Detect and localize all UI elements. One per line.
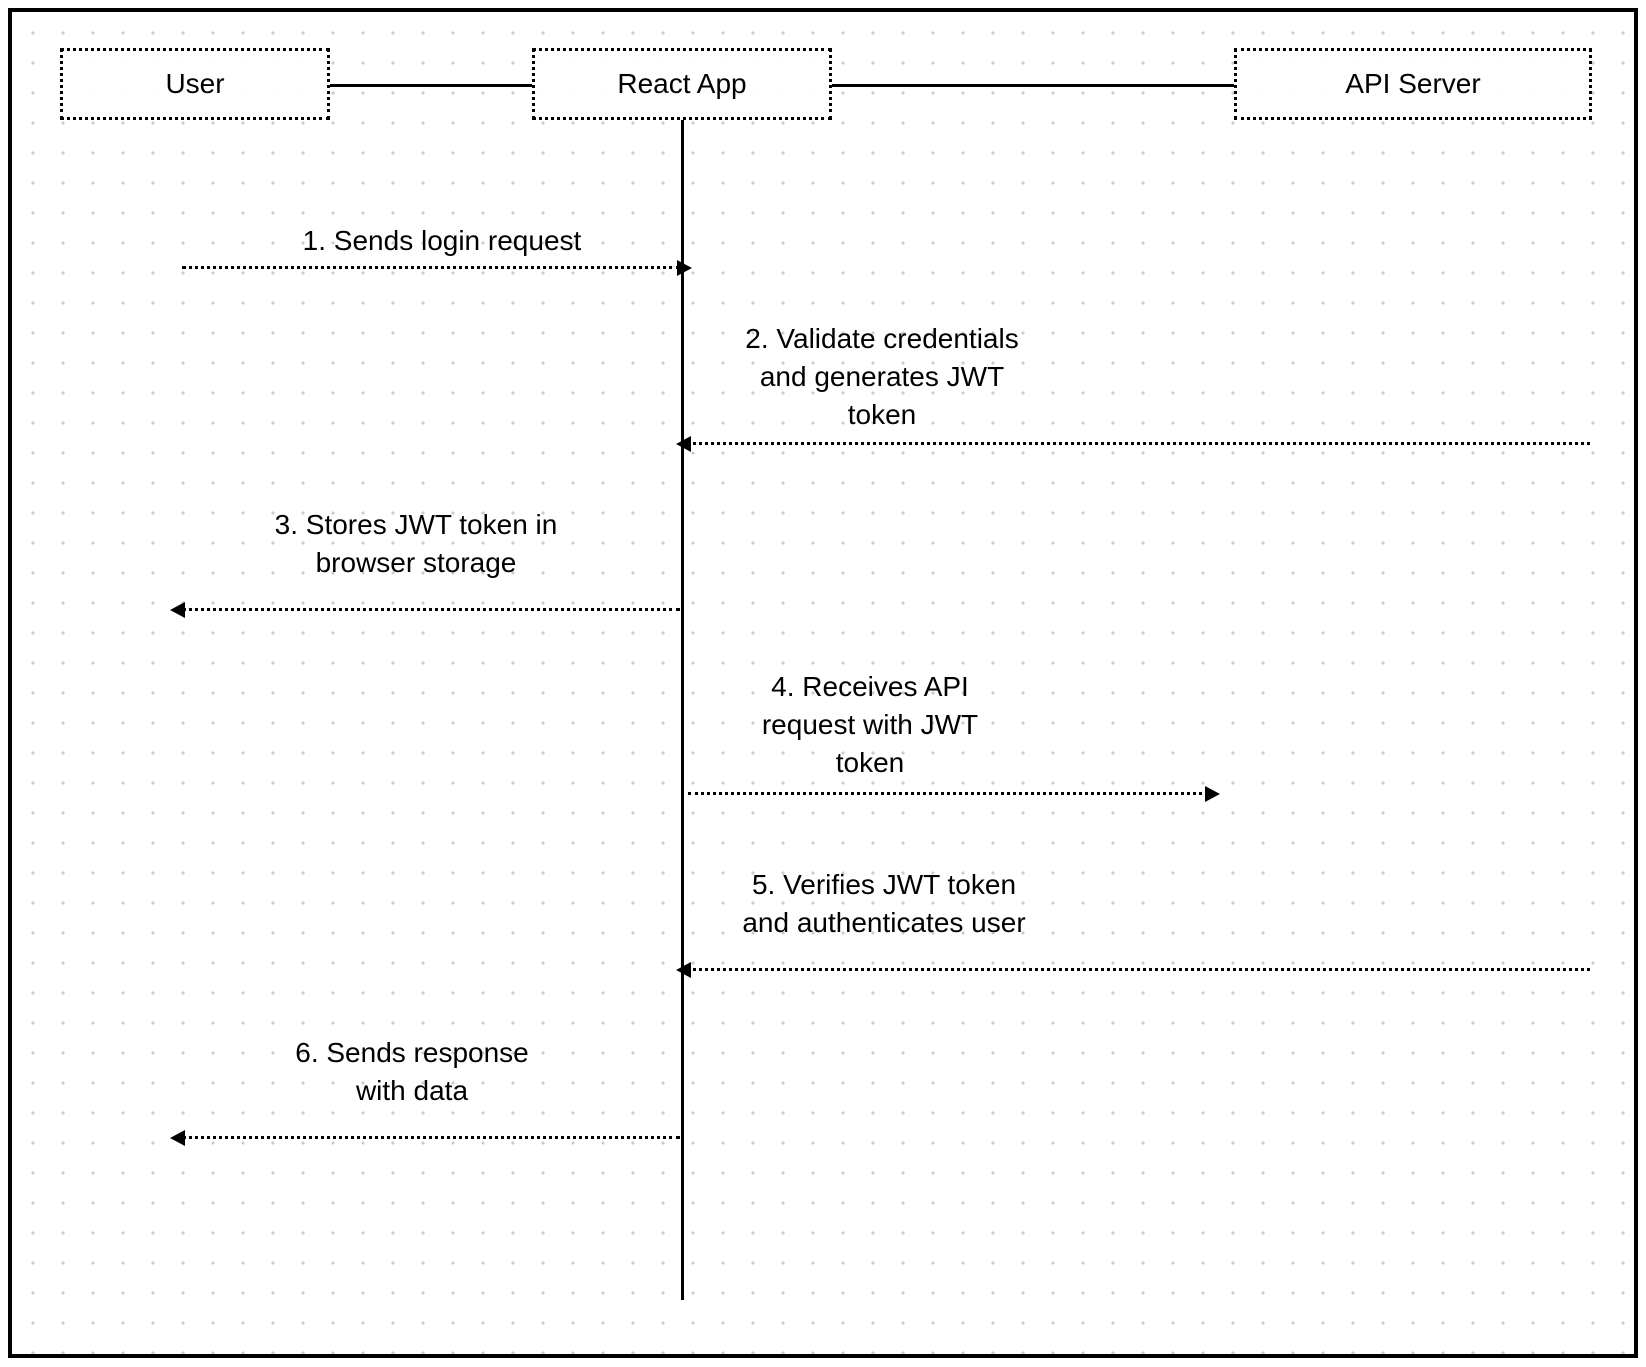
entity-label: API Server [1345,68,1480,100]
arrowhead-icon [677,260,692,276]
lifeline [681,120,684,1300]
message-label: 4. Receives API request with JWT token [730,668,1010,781]
message-arrow [688,792,1208,795]
message-arrow [688,442,1590,445]
message-label: 5. Verifies JWT token and authenticates … [714,866,1054,942]
sequence-diagram: User React App API Server 1. Sends login… [8,8,1638,1358]
arrowhead-icon [676,962,691,978]
message-label: 2. Validate credentials and generates JW… [722,320,1042,433]
message-arrow [182,266,680,269]
message-label: 6. Sends response with data [272,1034,552,1110]
arrowhead-icon [676,436,691,452]
entity-label: User [165,68,224,100]
message-label: 1. Sends login request [292,222,592,260]
entity-react-app: React App [532,48,832,120]
message-arrow [182,1136,680,1139]
entity-user: User [60,48,330,120]
message-label: 3. Stores JWT token in browser storage [256,506,576,582]
connector-line [832,84,1234,87]
arrowhead-icon [1205,786,1220,802]
connector-line [330,84,532,87]
arrowhead-icon [170,1130,185,1146]
arrowhead-icon [170,602,185,618]
entity-label: React App [617,68,746,100]
entity-api-server: API Server [1234,48,1592,120]
message-arrow [182,608,680,611]
message-arrow [688,968,1590,971]
